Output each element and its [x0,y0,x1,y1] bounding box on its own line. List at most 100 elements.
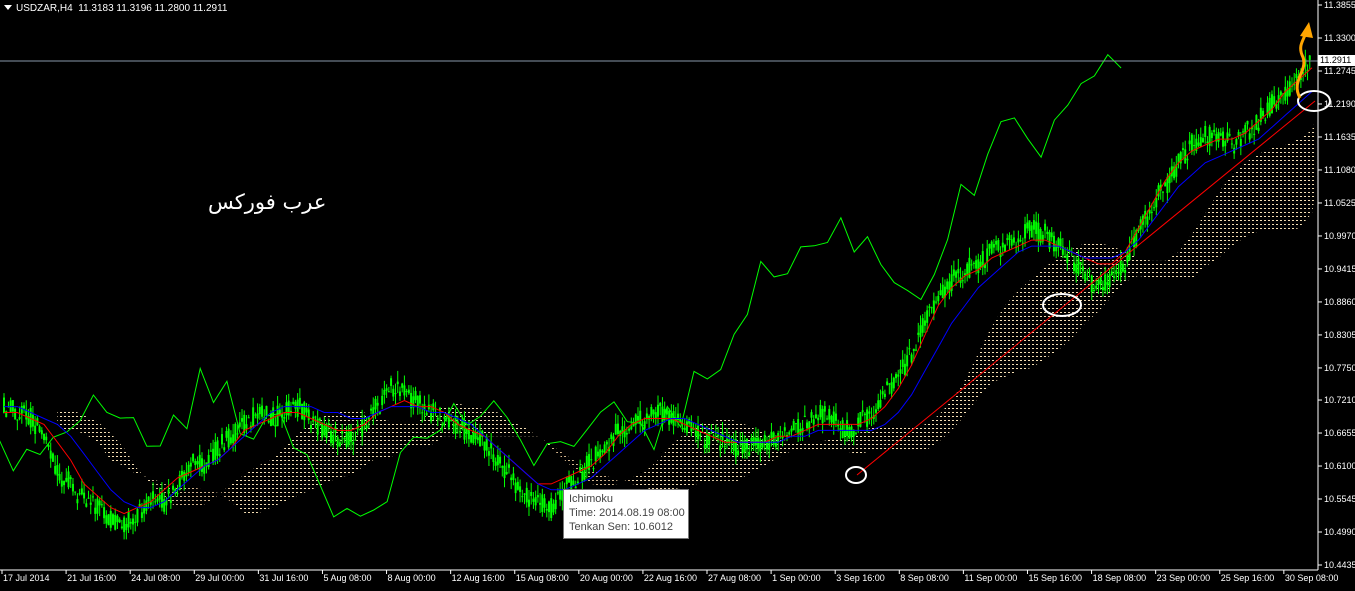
y-tick-label: 10.9970 [1324,231,1355,241]
cloud-segment [1018,278,1032,371]
cloud-segment [1298,130,1312,229]
y-tick-label: 10.4435 [1324,560,1355,570]
candle-body [806,422,809,429]
candle-body [665,408,668,415]
candle-body [465,429,468,434]
x-tick-label: 30 Sep 08:00 [1285,573,1339,583]
candle-body [483,441,486,451]
candle-body [183,471,186,481]
candle-body [365,425,368,429]
candle-body [539,502,542,505]
candle-body [60,480,63,487]
candle-body [834,413,837,421]
candle-body [543,498,546,508]
candle-body [745,438,748,450]
dropdown-triangle-icon[interactable] [4,5,12,10]
candle-body [794,423,797,425]
candle-body [321,423,324,438]
candle-body [1308,55,1311,60]
candle-body [303,402,306,421]
candle-body [87,497,90,499]
cloud-segment [404,421,418,449]
candle-body [550,498,553,518]
candle-body [748,451,751,456]
candle-body [601,450,604,453]
candle-body [207,454,210,468]
candle-body [69,477,72,480]
candle-body [1050,232,1053,238]
candle-body [187,464,190,473]
candle-body [770,431,773,439]
candle-body [1153,207,1156,209]
x-tick-label: 18 Sep 08:00 [1093,573,1147,583]
cloud-segment [924,415,939,452]
candle-body [766,442,768,450]
candle-body [341,430,344,434]
candle-body [267,420,270,423]
candle-body [1032,220,1035,230]
candle-body [930,307,933,309]
candle-body [292,401,295,405]
cloud-segment [884,427,899,452]
candle-body [1113,276,1116,278]
candle-body [209,450,212,452]
candle-body [412,396,415,408]
candle-body [1066,254,1069,264]
cloud-segment [1005,290,1019,377]
cloud-segment [1191,213,1206,279]
x-tick-label: 12 Aug 16:00 [452,573,505,583]
candle-body [376,402,379,406]
candle-body [910,354,913,363]
candle-body [939,290,942,296]
chart-header: USDZAR,H4 11.3183 11.3196 11.2800 11.291… [4,3,227,14]
y-tick-label: 10.6100 [1324,461,1355,471]
y-tick-label: 10.9415 [1324,264,1355,274]
candle-body [592,468,595,470]
cloud-segment [324,409,338,484]
candle-body [71,483,74,492]
candle-body [347,431,350,445]
y-tick-label: 10.8860 [1324,297,1355,307]
candle-body [1046,231,1049,235]
candle-body [418,395,421,404]
candle-body [886,381,889,385]
candle-body [1273,96,1276,105]
candle-body [350,431,353,442]
candle-body [732,439,735,451]
candle-body [545,508,548,511]
candle-body [830,416,833,423]
candle-body [899,369,902,374]
cloud-segment [1031,266,1046,368]
candle-body [258,406,261,415]
cloud-segment [284,433,298,502]
cloud-segment [964,353,979,416]
candle-body [1104,274,1107,291]
candle-body [783,427,786,431]
x-tick-label: 15 Sep 16:00 [1028,573,1082,583]
x-tick-label: 11 Sep 00:00 [964,573,1017,583]
candle-body [823,406,826,412]
candle-body [56,464,59,476]
candle-body [1030,225,1033,238]
candle-body [654,412,657,419]
cloud-segment [377,418,392,458]
y-tick-label: 10.7750 [1324,363,1355,373]
cloud-segment [97,421,111,461]
candle-body [832,411,835,425]
candle-body [552,503,555,513]
candle-body [176,493,179,495]
x-tick-label: 22 Aug 16:00 [644,573,697,583]
candle-body [441,424,444,426]
candle-body [76,499,79,504]
candle-body [968,257,971,278]
candle-body [919,325,922,338]
candle-body [11,400,14,412]
tooltip-value: Tenkan Sen: 10.6012 [569,521,673,533]
candle-body [1086,278,1089,280]
cloud-segment [230,474,245,514]
candle-body [247,417,250,419]
candle-body [116,515,119,523]
candle-body [470,435,473,443]
candle-body [610,434,613,439]
candle-body [957,268,960,274]
